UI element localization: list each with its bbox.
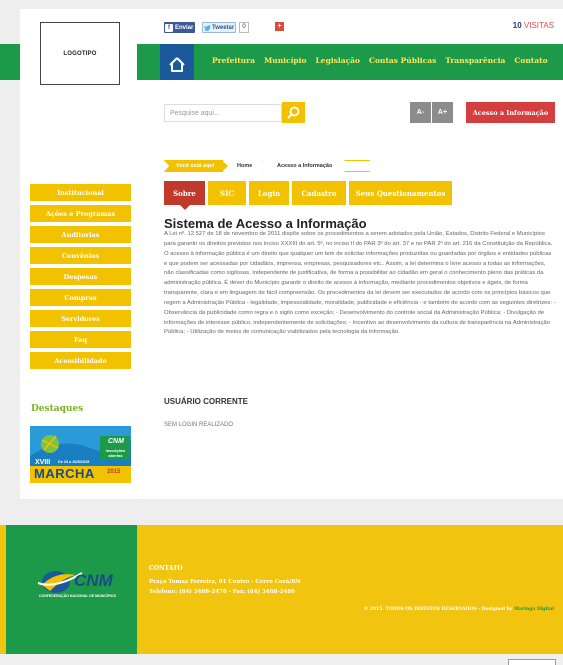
bottom-strip <box>0 654 563 665</box>
banner-title: MARCHA <box>34 466 95 481</box>
sidebar-menu: Institucional Ações e Programas Auditori… <box>30 184 131 369</box>
footer-copyright: © 2015. TODOS OS DIREITOS RESERVADOS - D… <box>364 607 554 612</box>
footer-logo-panel: CNM CONFEDERAÇÃO NACIONAL DE MUNICÍPIOS <box>6 525 137 654</box>
nav-item-contato[interactable]: Contato <box>514 56 547 65</box>
twitter-share-label: Tweetar <box>212 24 235 31</box>
home-button[interactable] <box>160 44 194 84</box>
sidebar-item-servidores[interactable]: Servidores <box>30 310 131 327</box>
page-title: Sistema de Acesso a Informação <box>164 216 367 231</box>
tab-login[interactable]: Login <box>249 181 289 205</box>
facebook-share-label: Enviar <box>175 24 194 31</box>
sidebar-item-despesas[interactable]: Despesas <box>30 268 131 285</box>
banner-edition: XVIII <box>35 459 51 466</box>
nav-item-prefeitura[interactable]: Prefeitura <box>212 56 255 65</box>
twitter-icon <box>204 24 211 31</box>
search-button[interactable] <box>282 102 305 123</box>
breadcrumb-you-are-here: Você está aqui <box>164 160 228 172</box>
share-bar: f Enviar Tweetar 0 + 10 VISITAS <box>137 9 563 44</box>
nav-item-transparencia[interactable]: Transparência <box>445 56 505 65</box>
tab-cadastro[interactable]: Cadastro <box>292 181 346 205</box>
sidebar-item-auditorias[interactable]: Auditorias <box>30 226 131 243</box>
sidebar-item-compras[interactable]: Compras <box>30 289 131 306</box>
banner-year: 2015 <box>107 469 121 475</box>
breadcrumb: Você está aqui Home Acesso a Informação <box>164 160 351 172</box>
visit-label: VISITAS <box>523 21 554 30</box>
home-icon <box>169 56 185 72</box>
sidebar-item-acessibilidade[interactable]: Acessibilidade <box>30 352 131 369</box>
facebook-icon: f <box>165 23 173 32</box>
twitter-share-button[interactable]: Tweetar <box>202 22 236 33</box>
cnm-logo-text: CNM <box>74 571 113 590</box>
sidebar-item-convenios[interactable]: Convênios <box>30 247 131 264</box>
marcha-banner[interactable]: XVIII MARCHA De 23 a 26/5/2015 Inscriçõe… <box>30 426 131 483</box>
google-plus-button[interactable]: + <box>275 22 284 31</box>
current-user-heading: USUÁRIO CORRENTE <box>164 397 249 406</box>
search-input[interactable]: Pesquise aqui... <box>164 104 282 122</box>
breadcrumb-current: Acesso a Informação <box>263 160 351 172</box>
access-information-button[interactable]: Acesso a Informação <box>466 102 555 123</box>
logo[interactable]: LOGOTIPO <box>40 22 120 85</box>
sidebar-item-faq[interactable]: Faq <box>30 331 131 348</box>
sidebar-item-institucional[interactable]: Institucional <box>30 184 131 201</box>
visit-counter: 10 VISITAS <box>513 21 554 30</box>
copyright-text: © 2015. TODOS OS DIREITOS RESERVADOS - D… <box>363 607 513 612</box>
tweet-count: 0 <box>239 22 249 33</box>
banner-badge: Inscrições abertas <box>105 448 126 458</box>
banner-brand: CNM <box>108 438 124 445</box>
footer-address: Praça Tomaz Ferreira, 01 Centro - Cerro … <box>149 579 301 585</box>
footer-phone: Telefone: (84) 3488-2478 - Fax: (84) 348… <box>149 589 295 595</box>
nav-item-municipio[interactable]: Município <box>264 56 307 65</box>
font-decrease-button[interactable]: A- <box>410 102 431 123</box>
search-icon <box>287 106 300 119</box>
designer-link[interactable]: Maringa Digital <box>514 607 554 612</box>
breadcrumb-home[interactable]: Home <box>223 160 268 172</box>
cnm-logo-subtitle: CONFEDERAÇÃO NACIONAL DE MUNICÍPIOS <box>39 594 116 598</box>
banner-dates: De 23 a 26/5/2015 <box>58 460 90 464</box>
sidebar-item-acoes-e-programas[interactable]: Ações e Programas <box>30 205 131 222</box>
tab-seus-questionamentos[interactable]: Seus Questionamentos <box>349 181 452 205</box>
nav-item-contas-publicas[interactable]: Contas Públicas <box>369 56 436 65</box>
nav-item-legislacao[interactable]: Legislação <box>316 56 361 65</box>
font-increase-button[interactable]: A+ <box>432 102 453 123</box>
tab-sobre[interactable]: Sobre <box>164 181 205 210</box>
tab-bar: Sobre SIC Login Cadastro Seus Questionam… <box>164 181 452 210</box>
page-body-text: A Lei nº. 12.527 de 18 de novembro de 20… <box>164 231 556 336</box>
visit-count: 10 <box>512 21 522 30</box>
tab-sic[interactable]: SIC <box>208 181 246 205</box>
current-user-status: SEM LOGIN REALIZADO <box>164 422 234 428</box>
facebook-share-button[interactable]: f Enviar <box>164 22 195 33</box>
bottom-widget[interactable] <box>508 659 556 665</box>
main-nav: Prefeitura Município Legislação Contas P… <box>212 56 548 65</box>
footer-contact-title: CONTATO <box>149 565 183 572</box>
highlights-title: Destaques <box>31 404 84 414</box>
